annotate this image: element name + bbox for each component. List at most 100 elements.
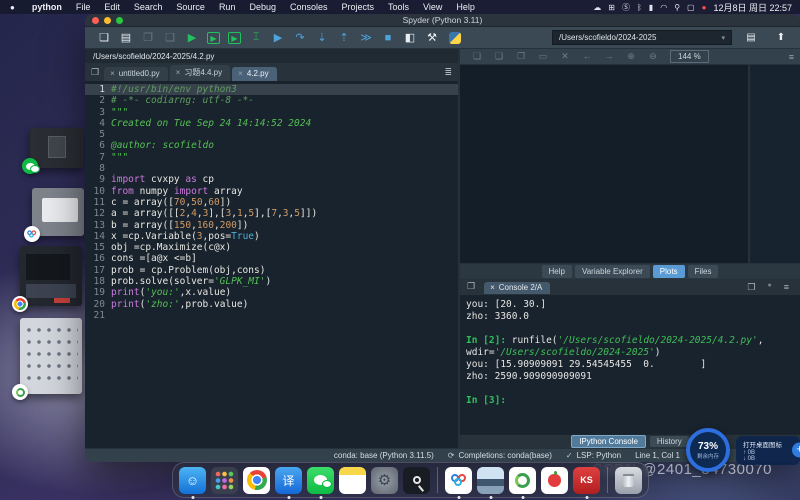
close-icon[interactable]: × xyxy=(110,69,115,78)
code-line[interactable]: 1#!/usr/bin/env python3 xyxy=(85,84,458,95)
close-icon[interactable]: × xyxy=(490,283,495,292)
remove-all-plots-icon[interactable]: ✕ xyxy=(554,51,576,62)
interpreter-status[interactable]: conda: base (Python 3.11.5) xyxy=(334,451,434,460)
code-line[interactable]: 20print('zho:',prob.value) xyxy=(85,299,458,310)
search-icon[interactable]: ⚲ xyxy=(674,3,680,12)
display-icon[interactable]: ▢ xyxy=(687,3,695,12)
editor-options-icon[interactable]: ≣ xyxy=(444,67,458,81)
add-widget-button[interactable]: + xyxy=(792,443,800,458)
code-line[interactable]: 10from numpy import array xyxy=(85,186,458,197)
battery-icon[interactable]: ▮ xyxy=(649,3,653,12)
minimized-window-grid[interactable] xyxy=(20,318,82,394)
dock-item-preview-app[interactable] xyxy=(477,467,504,494)
debug-icon[interactable]: ▶ xyxy=(267,31,289,44)
code-line[interactable]: 13b = array([150,160,200]) xyxy=(85,220,458,231)
minimized-window-wechat[interactable] xyxy=(30,128,84,168)
menu-item-run[interactable]: Run xyxy=(212,2,243,12)
plots-options-icon[interactable]: ≡ xyxy=(789,52,794,62)
sogou-input-icon[interactable]: Ⓢ xyxy=(622,2,630,13)
run-selection-icon[interactable]: ⌶ xyxy=(245,31,267,44)
plots-zoom-level[interactable]: 144 % xyxy=(670,50,709,63)
inspect-icon[interactable]: ❒ xyxy=(747,282,755,293)
editor-tab-untitled0.py[interactable]: ×untitled0.py xyxy=(104,67,168,81)
tile-windows-icon[interactable]: ⊞ xyxy=(608,3,615,12)
network-panel[interactable]: 打开桌面图标 ↑ 0B ↓ 0B + xyxy=(736,436,800,465)
minimized-window-code[interactable] xyxy=(20,246,82,306)
code-line[interactable]: 15obj =cp.Maximize(c@x) xyxy=(85,242,458,253)
console-tab[interactable]: × Console 2/A xyxy=(484,282,550,294)
code-line[interactable]: 21 xyxy=(85,310,458,321)
dock-item-circles-app[interactable] xyxy=(445,467,472,494)
menubar-clock[interactable]: 12月8日 周日 22:57 xyxy=(713,1,792,14)
cloud-icon[interactable]: ☁ xyxy=(593,3,601,12)
dock-item-notes[interactable] xyxy=(339,467,366,494)
code-line[interactable]: 5 xyxy=(85,129,458,140)
dock-item-keychain[interactable] xyxy=(403,467,430,494)
close-icon[interactable]: × xyxy=(238,69,243,78)
menu-item-edit[interactable]: Edit xyxy=(97,2,127,12)
menu-item-help[interactable]: Help xyxy=(449,2,482,12)
previous-plot-icon[interactable]: ← xyxy=(576,51,598,62)
browse-tabs-icon[interactable]: ❐ xyxy=(91,67,99,78)
save-plot-icon[interactable]: ❏ xyxy=(466,51,488,62)
code-line[interactable]: 2# -*- codiarng: utf-8 -*- xyxy=(85,95,458,106)
pane-tab-variable-explorer[interactable]: Variable Explorer xyxy=(575,265,650,278)
completions-status[interactable]: ⟳Completions: conda(base) xyxy=(448,451,552,460)
open-file-icon[interactable]: ▤ xyxy=(115,31,137,44)
menu-item-search[interactable]: Search xyxy=(127,2,170,12)
stop-icon[interactable]: ■ xyxy=(377,32,399,44)
code-line[interactable]: 11c = array([70,50,60]) xyxy=(85,197,458,208)
code-line[interactable]: 18prob.solve(solver='GLPK_MI') xyxy=(85,276,458,287)
code-line[interactable]: 4Created on Tue Sep 24 14:14:52 2024 xyxy=(85,118,458,129)
plots-thumbnails-strip[interactable] xyxy=(748,65,800,263)
new-file-icon[interactable]: ❏ xyxy=(93,31,115,44)
system-monitor-widget[interactable]: 73% 剩余内存 打开桌面图标 ↑ 0B ↓ 0B + xyxy=(686,428,800,472)
app-menu[interactable]: python xyxy=(25,2,69,12)
browse-directory-icon[interactable]: ▤ xyxy=(740,32,762,43)
code-line[interactable]: 19print('you:',x.value) xyxy=(85,287,458,298)
run-cell-icon[interactable]: ▶ xyxy=(207,32,220,44)
parent-directory-icon[interactable]: ⬆ xyxy=(770,32,792,43)
run-icon[interactable]: ▶ xyxy=(181,31,203,44)
menu-item-projects[interactable]: Projects xyxy=(335,2,382,12)
console-options-icon[interactable]: ≡ xyxy=(784,282,789,293)
dock-item-red-apple-app[interactable] xyxy=(541,467,568,494)
browse-console-tabs-icon[interactable]: ❐ xyxy=(467,281,475,292)
code-line[interactable]: 7""" xyxy=(85,152,458,163)
code-line[interactable]: 9import cvxpy as cp xyxy=(85,174,458,185)
next-plot-icon[interactable]: → xyxy=(598,51,620,62)
save-all-icon[interactable]: ❑ xyxy=(159,31,181,44)
lsp-status[interactable]: ✓LSP: Python xyxy=(566,451,621,460)
menu-item-view[interactable]: View xyxy=(416,2,449,12)
bluetooth-icon[interactable]: ᛒ xyxy=(637,3,642,12)
wifi-icon[interactable]: ◠ xyxy=(660,3,667,12)
menu-item-debug[interactable]: Debug xyxy=(242,2,283,12)
working-directory-combobox[interactable]: /Users/scofieldo/2024-2025▾ xyxy=(552,30,732,45)
pane-tab-files[interactable]: Files xyxy=(688,265,719,278)
dock-item-trash[interactable] xyxy=(615,467,642,494)
zoom-in-icon[interactable]: ⊕ xyxy=(620,51,642,62)
pane-tab-help[interactable]: Help xyxy=(542,265,572,278)
preferences-wrench-icon[interactable]: ⚒ xyxy=(421,31,443,44)
run-cell-advance-icon[interactable]: ▶ xyxy=(228,32,241,44)
dock-item-seal-app[interactable]: KS xyxy=(573,467,600,494)
menu-item-source[interactable]: Source xyxy=(169,2,212,12)
titlebar[interactable]: Spyder (Python 3.11) xyxy=(85,14,800,27)
apple-menu-icon[interactable]: ● xyxy=(10,3,15,12)
continue-icon[interactable]: ≫ xyxy=(355,31,377,44)
remove-plot-icon[interactable]: ▭ xyxy=(532,51,554,62)
code-line[interactable]: 16cons =[a@x <=b] xyxy=(85,253,458,264)
zoom-out-icon[interactable]: ⊖ xyxy=(642,51,664,62)
dock-item-wechat[interactable] xyxy=(307,467,334,494)
save-all-plots-icon[interactable]: ❑ xyxy=(488,51,510,62)
bottom-tab-history[interactable]: History xyxy=(650,436,689,447)
memory-gauge[interactable]: 73% 剩余内存 xyxy=(686,428,730,472)
menu-item-consoles[interactable]: Consoles xyxy=(283,2,335,12)
step-over-icon[interactable]: ↷ xyxy=(289,31,311,44)
bottom-tab-ipython-console[interactable]: IPython Console xyxy=(571,435,646,448)
code-line[interactable]: 17prob = cp.Problem(obj,cons) xyxy=(85,265,458,276)
editor-tab-4.2.py[interactable]: ×4.2.py xyxy=(232,67,276,81)
dock-item-green-app[interactable] xyxy=(509,467,536,494)
code-line[interactable]: 6@author: scofieldo xyxy=(85,140,458,151)
menu-item-file[interactable]: File xyxy=(69,2,98,12)
